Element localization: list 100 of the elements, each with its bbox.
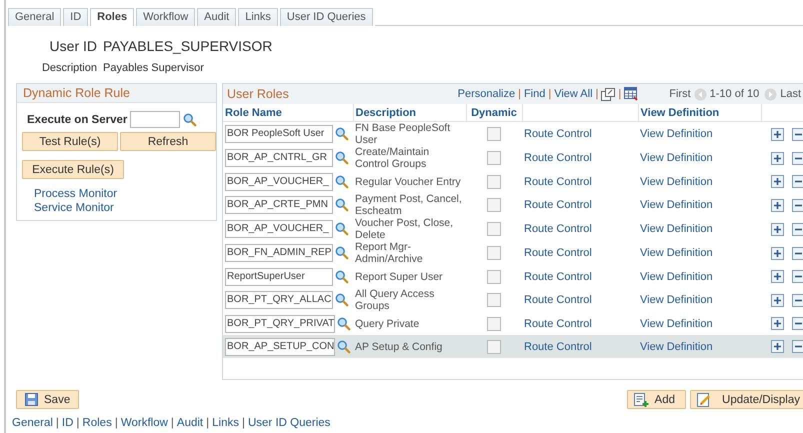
role-name-field[interactable]: BOR_PT_QRY_ALLAC bbox=[225, 291, 334, 309]
add-row-icon[interactable] bbox=[770, 270, 784, 283]
role-name-field[interactable]: BOR_AP_CRTE_PMN bbox=[225, 196, 333, 214]
table-row[interactable]: BOR_FN_ADMIN_REP Report Mgr-Admin/Archive Route Control View Definition bbox=[223, 241, 803, 265]
toolbar-link[interactable]: View All bbox=[554, 88, 593, 100]
add-row-icon[interactable] bbox=[770, 152, 784, 164]
tab[interactable]: Roles bbox=[90, 8, 134, 26]
delete-row-icon[interactable] bbox=[792, 270, 803, 283]
footer-link[interactable]: Workflow bbox=[120, 417, 168, 429]
footer-link[interactable]: Links bbox=[212, 417, 239, 429]
column-header[interactable]: Dynamic bbox=[471, 106, 517, 118]
table-row[interactable]: BOR_AP_CNTRL_GR Create/Maintain Control Groups Route Control View Definition bbox=[223, 146, 803, 170]
table-row[interactable]: BOR_PT_QRY_PRIVAT Query Private Route Control View Definition bbox=[223, 312, 803, 335]
search-icon[interactable] bbox=[335, 127, 349, 141]
route-control-link[interactable]: Route Control bbox=[524, 318, 592, 330]
add-button[interactable]: Add bbox=[626, 390, 686, 409]
search-icon[interactable] bbox=[335, 293, 350, 307]
view-definition-link[interactable]: View Definition bbox=[640, 270, 713, 282]
route-control-link[interactable]: Route Control bbox=[524, 152, 592, 164]
delete-row-icon[interactable] bbox=[792, 222, 803, 236]
search-icon[interactable] bbox=[335, 174, 349, 188]
dynamic-checkbox[interactable] bbox=[487, 340, 501, 354]
table-row[interactable]: BOR_AP_CRTE_PMN Payment Post, Cancel, Escheatm Route Control View Definition bbox=[223, 193, 803, 217]
delete-row-icon[interactable] bbox=[792, 175, 803, 188]
role-name-field[interactable]: BOR PeopleSoft User bbox=[225, 125, 333, 143]
monitor-link[interactable]: Process Monitor bbox=[34, 187, 216, 201]
dynamic-checkbox[interactable] bbox=[487, 222, 501, 236]
update-display-button[interactable]: Update/Display bbox=[690, 390, 803, 409]
server-input-field[interactable] bbox=[130, 111, 180, 128]
footer-link[interactable]: General bbox=[12, 417, 53, 429]
route-control-link[interactable]: Route Control bbox=[524, 270, 592, 282]
add-row-icon[interactable] bbox=[770, 340, 784, 353]
dynamic-checkbox[interactable] bbox=[487, 174, 501, 188]
view-definition-link[interactable]: View Definition bbox=[640, 152, 713, 164]
table-row[interactable]: BOR_AP_SETUP_CON AP Setup & Config Route Control View Definition bbox=[223, 335, 803, 358]
role-name-field[interactable]: BOR_AP_VOUCHER_ bbox=[225, 172, 333, 190]
tab[interactable]: ID bbox=[63, 8, 88, 26]
search-icon[interactable] bbox=[335, 151, 349, 165]
route-control-link[interactable]: Route Control bbox=[524, 128, 592, 140]
monitor-link[interactable]: Service Monitor bbox=[34, 201, 216, 215]
toolbar-link[interactable]: Personalize bbox=[458, 88, 516, 100]
add-row-icon[interactable] bbox=[770, 175, 784, 188]
add-row-icon[interactable] bbox=[770, 317, 784, 330]
dynamic-checkbox[interactable] bbox=[487, 127, 501, 141]
route-control-link[interactable]: Route Control bbox=[524, 223, 592, 235]
delete-row-icon[interactable] bbox=[792, 246, 803, 260]
search-icon[interactable] bbox=[335, 246, 350, 260]
search-icon[interactable] bbox=[337, 316, 351, 330]
view-definition-link[interactable]: View Definition bbox=[640, 199, 713, 211]
table-row[interactable]: BOR_PT_QRY_ALLAC All Query Access Groups Route Control View Definition bbox=[223, 288, 803, 312]
view-definition-link[interactable]: View Definition bbox=[640, 294, 713, 306]
footer-link[interactable]: User ID Queries bbox=[248, 417, 330, 429]
search-icon[interactable] bbox=[335, 270, 349, 284]
grid-download-icon[interactable] bbox=[624, 87, 638, 101]
search-icon[interactable] bbox=[337, 340, 351, 354]
column-header[interactable]: Description bbox=[356, 106, 416, 118]
delete-row-icon[interactable] bbox=[792, 152, 803, 164]
dynamic-checkbox[interactable] bbox=[487, 198, 501, 212]
add-row-icon[interactable] bbox=[770, 128, 784, 140]
route-control-link[interactable]: Route Control bbox=[524, 247, 592, 259]
table-row[interactable]: BOR_AP_VOUCHER_ Regular Voucher Entry Route Control View Definition bbox=[223, 170, 803, 193]
action-button[interactable]: Test Rule(s) bbox=[22, 132, 118, 151]
footer-link[interactable]: Audit bbox=[176, 417, 204, 429]
toolbar-link[interactable]: Find bbox=[524, 88, 546, 100]
add-row-icon[interactable] bbox=[770, 222, 784, 236]
search-icon[interactable] bbox=[335, 222, 349, 236]
delete-row-icon[interactable] bbox=[792, 128, 803, 140]
save-button[interactable]: Save bbox=[16, 390, 80, 409]
footer-link[interactable]: ID bbox=[62, 417, 74, 429]
dynamic-checkbox[interactable] bbox=[487, 293, 501, 307]
delete-row-icon[interactable] bbox=[792, 294, 803, 306]
delete-row-icon[interactable] bbox=[792, 317, 803, 330]
role-name-field[interactable]: BOR_AP_VOUCHER_ bbox=[225, 220, 333, 238]
delete-row-icon[interactable] bbox=[792, 198, 803, 212]
dynamic-checkbox[interactable] bbox=[487, 316, 501, 330]
dynamic-checkbox[interactable] bbox=[487, 246, 501, 260]
tab[interactable]: Workflow bbox=[136, 8, 196, 26]
table-row[interactable]: ReportSuperUser Report Super User Route Control View Definition bbox=[223, 265, 803, 288]
role-name-field[interactable]: ReportSuperUser bbox=[225, 268, 333, 286]
add-row-icon[interactable] bbox=[770, 294, 784, 306]
role-name-field[interactable]: BOR_PT_QRY_PRIVAT bbox=[225, 314, 335, 332]
role-name-field[interactable]: BOR_AP_SETUP_CON bbox=[225, 338, 335, 356]
execute-button[interactable]: Execute Rule(s) bbox=[22, 160, 124, 179]
footer-link[interactable]: Roles bbox=[82, 417, 112, 429]
table-row[interactable]: BOR PeopleSoft User FN Base PeopleSoft User Route Control View Definition bbox=[223, 122, 803, 146]
route-control-link[interactable]: Route Control bbox=[524, 199, 592, 211]
dynamic-checkbox[interactable] bbox=[487, 270, 501, 284]
add-row-icon[interactable] bbox=[770, 246, 784, 260]
table-row[interactable]: BOR_AP_VOUCHER_ Voucher Post, Close, Delete Route Control View Definition bbox=[223, 217, 803, 241]
delete-row-icon[interactable] bbox=[792, 340, 803, 353]
view-definition-link[interactable]: View Definition bbox=[640, 223, 713, 235]
search-icon[interactable] bbox=[183, 112, 198, 126]
view-definition-link[interactable]: View Definition bbox=[640, 128, 713, 140]
role-name-field[interactable]: BOR_FN_ADMIN_REP bbox=[225, 244, 334, 262]
view-definition-link[interactable]: View Definition bbox=[640, 247, 713, 259]
route-control-link[interactable]: Route Control bbox=[524, 294, 592, 306]
view-definition-link[interactable]: View Definition bbox=[640, 318, 713, 330]
dynamic-checkbox[interactable] bbox=[487, 151, 501, 165]
route-control-link[interactable]: Route Control bbox=[524, 176, 592, 188]
new-window-icon[interactable] bbox=[601, 88, 616, 100]
